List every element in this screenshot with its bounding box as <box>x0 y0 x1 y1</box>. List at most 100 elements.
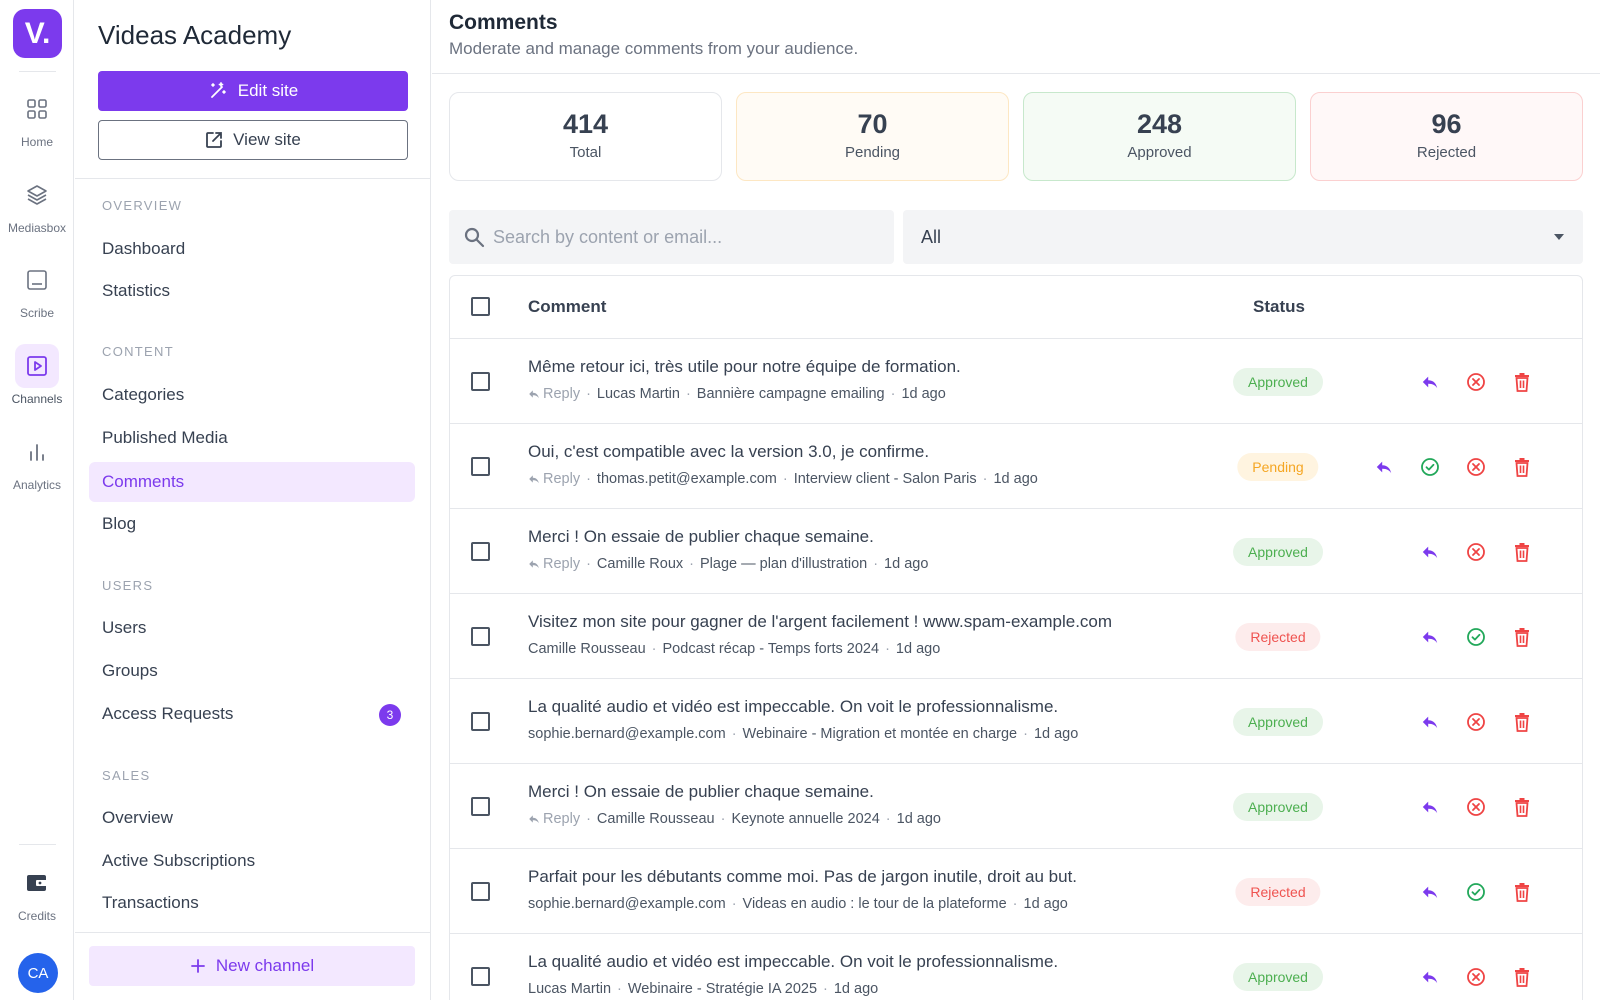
delete-button[interactable] <box>1512 542 1532 562</box>
table-row[interactable]: Même retour ici, très utile pour notre é… <box>450 339 1582 424</box>
delete-button[interactable] <box>1512 797 1532 817</box>
reject-button[interactable] <box>1466 372 1486 392</box>
new-channel-button[interactable]: New channel <box>89 946 415 986</box>
table-row[interactable]: Oui, c'est compatible avec la version 3.… <box>450 424 1582 509</box>
avatar[interactable]: CA <box>18 953 58 993</box>
reply-button[interactable] <box>1374 457 1394 477</box>
reject-button[interactable] <box>1466 457 1486 477</box>
separator: · <box>586 386 591 402</box>
comment-meta: sophie.bernard@example.com · Videas en aud… <box>528 896 1068 912</box>
app-logo[interactable]: V. <box>13 9 62 58</box>
row-checkbox[interactable] <box>471 457 490 476</box>
approve-button[interactable] <box>1420 457 1440 477</box>
sidebar-item-groups[interactable]: Groups <box>89 651 415 691</box>
delete-button[interactable] <box>1512 457 1532 477</box>
edit-site-button[interactable]: Edit site <box>98 71 408 111</box>
row-checkbox[interactable] <box>471 797 490 816</box>
bar-chart-icon <box>15 430 59 474</box>
table-row[interactable]: Visitez mon site pour gagner de l'argent… <box>450 594 1582 679</box>
count-badge: 3 <box>379 704 401 726</box>
row-checkbox[interactable] <box>471 542 490 561</box>
status-filter-value: All <box>921 226 942 247</box>
row-checkbox[interactable] <box>471 882 490 901</box>
reply-button[interactable] <box>1420 797 1440 817</box>
reply-tag: Reply <box>528 556 580 572</box>
sidebar-item-categories[interactable]: Categories <box>89 375 415 415</box>
rail-item-channels[interactable]: Channels <box>0 344 74 406</box>
sidebar-item-sales-overview[interactable]: Overview <box>89 798 415 838</box>
column-header-comment[interactable]: Comment <box>528 297 606 317</box>
view-site-button[interactable]: View site <box>98 120 408 160</box>
reply-button[interactable] <box>1420 372 1440 392</box>
separator: · <box>586 811 591 827</box>
table-row[interactable]: Parfait pour les débutants comme moi. Pa… <box>450 849 1582 934</box>
reply-button[interactable] <box>1420 882 1440 902</box>
rail-item-credits[interactable]: Credits <box>0 861 74 923</box>
comment-time: 1d ago <box>1023 896 1068 912</box>
rail-item-label: Mediasbox <box>7 221 67 235</box>
reply-button[interactable] <box>1420 712 1440 732</box>
comment-meta: Reply · Lucas Martin · Bannière campagne ema… <box>528 386 946 402</box>
delete-button[interactable] <box>1512 882 1532 902</box>
approve-button[interactable] <box>1466 627 1486 647</box>
rail-item-analytics[interactable]: Analytics <box>0 430 74 492</box>
sidebar-item-comments[interactable]: Comments <box>89 462 415 502</box>
rail-item-scribe[interactable]: Scribe <box>0 258 74 320</box>
reply-icon <box>528 473 540 485</box>
search-box <box>449 210 894 264</box>
comment-meta: sophie.bernard@example.com · Webinaire - M… <box>528 726 1078 742</box>
stat-card-approved[interactable]: 248 Approved <box>1023 92 1296 181</box>
approve-button[interactable] <box>1466 882 1486 902</box>
search-icon <box>463 226 485 248</box>
rail-item-mediasbox[interactable]: Mediasbox <box>0 173 74 235</box>
reject-button[interactable] <box>1466 797 1486 817</box>
stat-value: 70 <box>857 109 888 139</box>
reply-button[interactable] <box>1420 967 1440 987</box>
table-row[interactable]: La qualité audio et vidéo est impeccable… <box>450 679 1582 764</box>
delete-button[interactable] <box>1512 372 1532 392</box>
row-checkbox[interactable] <box>471 372 490 391</box>
separator: · <box>617 981 622 997</box>
comment-media: Videas en audio : le tour de la platefor… <box>742 896 1007 912</box>
reject-button[interactable] <box>1466 967 1486 987</box>
sidebar-item-transactions[interactable]: Transactions <box>89 883 415 923</box>
comment-text: La qualité audio et vidéo est impeccable… <box>528 952 1059 971</box>
table-row[interactable]: Merci ! On essaie de publier chaque sema… <box>450 509 1582 594</box>
reply-button[interactable] <box>1420 627 1440 647</box>
search-input[interactable] <box>493 226 873 248</box>
section-overview: OVERVIEW <box>102 198 183 213</box>
rail-item-home[interactable]: Home <box>0 87 74 149</box>
sidebar-item-blog[interactable]: Blog <box>89 504 415 544</box>
comment-author: Lucas Martin <box>528 981 612 997</box>
reply-button[interactable] <box>1420 542 1440 562</box>
comment-author: Camille Rousseau <box>528 641 646 657</box>
sidebar-item-active-subscriptions[interactable]: Active Subscriptions <box>89 841 415 881</box>
sidebar-item-statistics[interactable]: Statistics <box>89 271 415 311</box>
layers-icon <box>15 173 59 217</box>
sidebar-item-access-requests[interactable]: Access Requests 3 <box>89 694 415 734</box>
comment-media: Interview client - Salon Paris <box>793 471 977 487</box>
trash-icon <box>1513 712 1531 732</box>
row-checkbox[interactable] <box>471 967 490 986</box>
reject-button[interactable] <box>1466 712 1486 732</box>
status-filter-select[interactable]: All <box>903 210 1583 264</box>
stat-card-rejected[interactable]: 96 Rejected <box>1310 92 1583 181</box>
stat-card-pending[interactable]: 70 Pending <box>736 92 1009 181</box>
reject-button[interactable] <box>1466 542 1486 562</box>
stat-label: Approved <box>1127 144 1192 161</box>
caret-down-icon <box>1553 233 1565 241</box>
column-header-status[interactable]: Status <box>1253 297 1305 317</box>
sidebar-item-dashboard[interactable]: Dashboard <box>89 229 415 269</box>
select-all-checkbox[interactable] <box>471 297 490 316</box>
page-title: Comments <box>449 11 558 34</box>
row-checkbox[interactable] <box>471 627 490 646</box>
table-row[interactable]: Merci ! On essaie de publier chaque sema… <box>450 764 1582 849</box>
row-checkbox[interactable] <box>471 712 490 731</box>
sidebar-item-users[interactable]: Users <box>89 608 415 648</box>
delete-button[interactable] <box>1512 712 1532 732</box>
table-row[interactable]: La qualité audio et vidéo est impeccable… <box>450 934 1582 1000</box>
delete-button[interactable] <box>1512 967 1532 987</box>
sidebar-item-published-media[interactable]: Published Media <box>89 418 415 458</box>
delete-button[interactable] <box>1512 627 1532 647</box>
stat-card-total[interactable]: 414 Total <box>449 92 722 181</box>
